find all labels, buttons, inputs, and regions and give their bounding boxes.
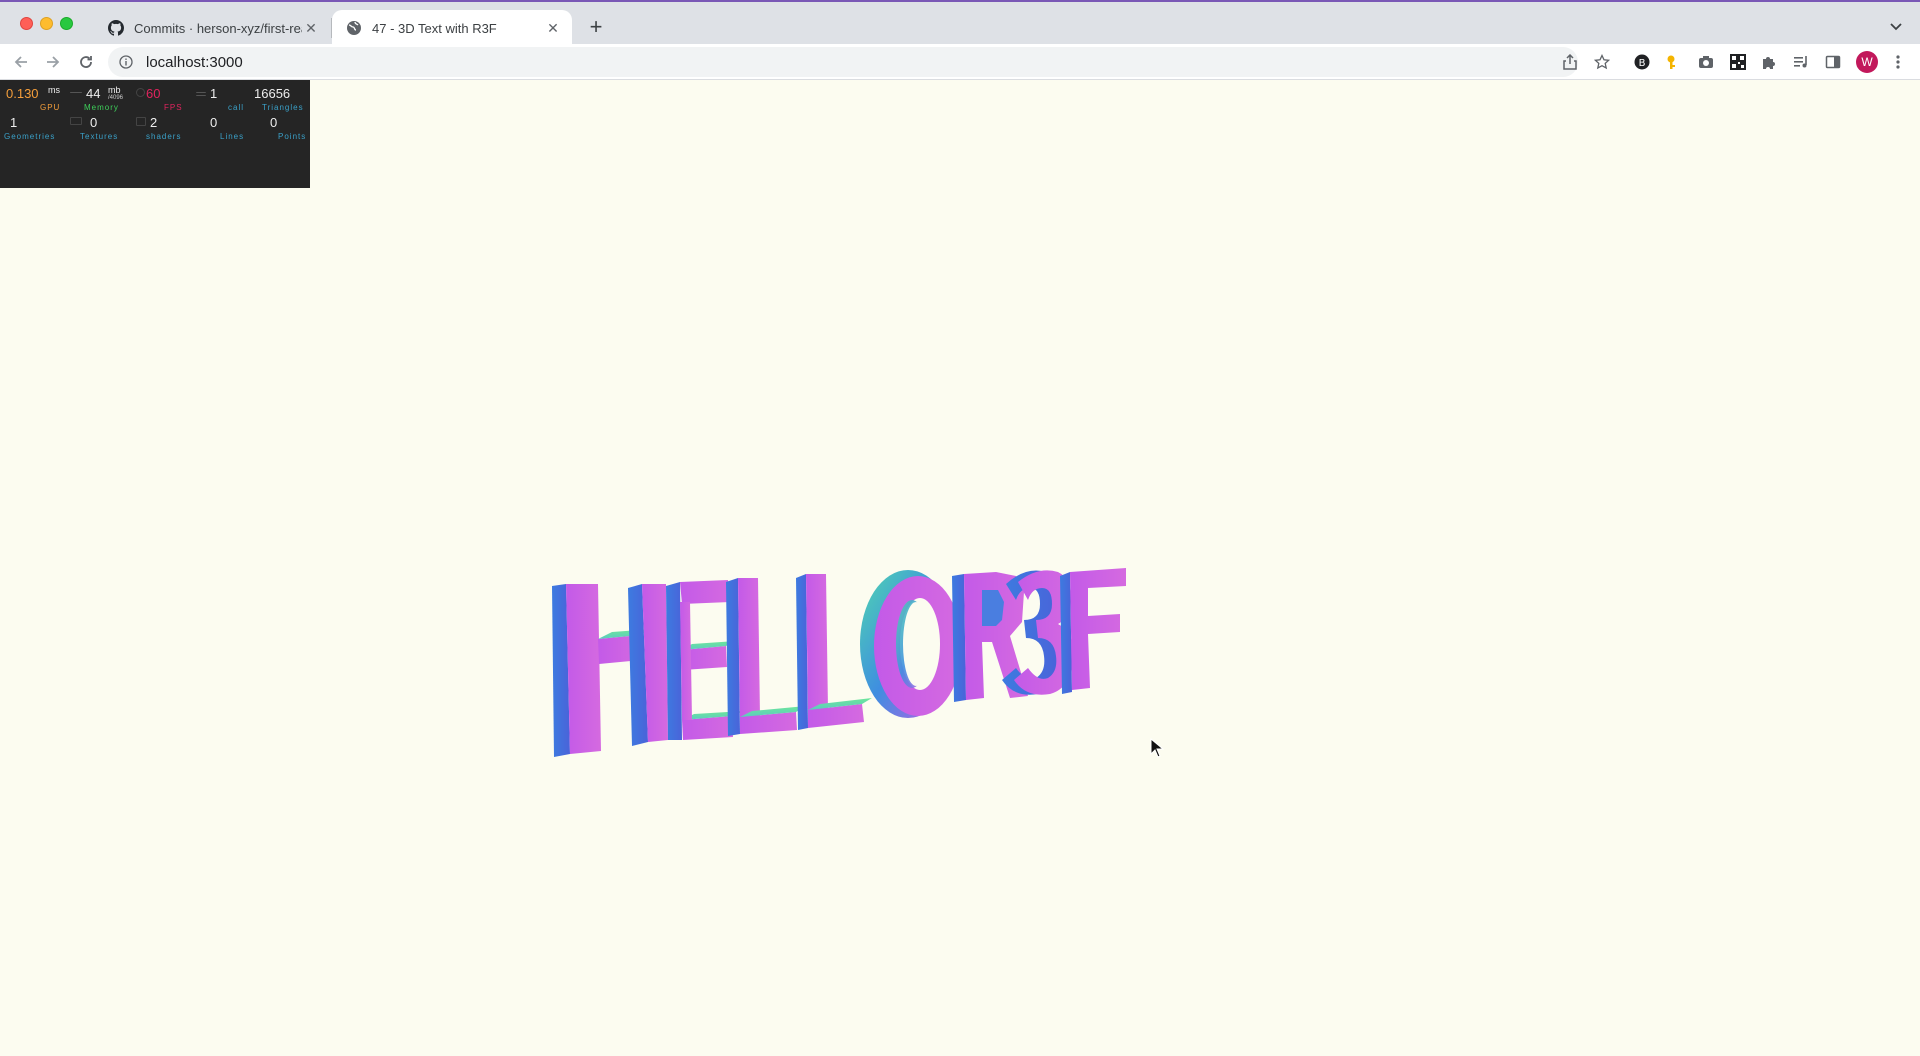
calls-value: 1 xyxy=(210,86,218,101)
svg-text:B: B xyxy=(1639,58,1646,69)
kebab-menu-icon[interactable] xyxy=(1886,50,1910,74)
browser-toolbar: localhost:3000 B W xyxy=(0,44,1920,80)
profile-avatar[interactable]: W xyxy=(1856,51,1878,73)
perf-memory: 44 mb /4096 Memory xyxy=(62,82,132,112)
reload-icon[interactable] xyxy=(74,50,98,74)
browser-tab-bar: Commits · herson-xyz/first-rea ✕ 47 - 3D… xyxy=(0,0,1920,46)
perf-lines: 0 Lines xyxy=(190,111,250,141)
triangles-value: 16656 xyxy=(254,86,291,101)
github-icon xyxy=(108,20,124,36)
back-arrow-icon[interactable] xyxy=(9,50,33,74)
letter-f xyxy=(1060,568,1126,694)
close-window-button[interactable] xyxy=(20,17,33,30)
shaders-icon xyxy=(136,117,146,126)
extension-b-icon[interactable]: B xyxy=(1630,50,1654,74)
tab-title: 47 - 3D Text with R3F xyxy=(372,20,497,36)
perf-triangles: 16656 Triangles xyxy=(250,82,310,112)
url-text: localhost:3000 xyxy=(146,53,243,71)
shaders-value: 2 xyxy=(150,115,158,130)
gpu-unit: ms xyxy=(48,85,60,95)
perf-fps: 60 FPS xyxy=(132,82,190,112)
perf-shaders: 2 shaders xyxy=(132,111,190,141)
forward-arrow-icon[interactable] xyxy=(41,50,65,74)
extension-key-icon[interactable] xyxy=(1661,50,1685,74)
letter-h xyxy=(552,584,668,757)
tab-title: Commits · herson-xyz/first-rea xyxy=(134,20,302,36)
close-tab-icon[interactable]: ✕ xyxy=(544,19,562,37)
memory-icon xyxy=(70,92,82,93)
maximize-window-button[interactable] xyxy=(60,17,73,30)
letter-o xyxy=(860,570,962,718)
perf-points: 0 Points xyxy=(250,111,310,141)
new-tab-button[interactable]: + xyxy=(584,15,608,39)
tab-github-commits[interactable]: Commits · herson-xyz/first-rea ✕ xyxy=(94,10,330,46)
address-bar[interactable]: localhost:3000 xyxy=(108,47,1578,77)
site-info-icon[interactable] xyxy=(118,54,134,70)
bookmark-star-icon[interactable] xyxy=(1591,51,1613,73)
perf-geometries: 1 Geometries xyxy=(0,111,62,141)
lines-label: Lines xyxy=(220,132,245,141)
qr-code-icon[interactable] xyxy=(1726,50,1750,74)
camera-icon[interactable] xyxy=(1694,50,1718,74)
fps-icon xyxy=(136,88,145,97)
side-panel-icon[interactable] xyxy=(1821,50,1845,74)
minimize-window-button[interactable] xyxy=(40,17,53,30)
perf-gpu: 0.130 ms GPU xyxy=(0,82,62,112)
share-icon[interactable] xyxy=(1559,51,1581,73)
letter-l-first xyxy=(726,578,806,736)
puzzle-extensions-icon[interactable] xyxy=(1757,50,1781,74)
perf-calls: 1 call xyxy=(190,82,250,112)
textures-label: Textures xyxy=(80,132,119,141)
mouse-pointer-icon xyxy=(1150,738,1164,758)
tab-search-chevron-icon[interactable] xyxy=(1886,16,1906,36)
fps-value: 60 xyxy=(146,86,161,101)
webgl-canvas[interactable]: 0.130 ms GPU 44 mb /4096 Memory 60 FPS 1… xyxy=(0,80,1920,1056)
lines-value: 0 xyxy=(210,115,218,130)
shaders-label: shaders xyxy=(146,132,182,141)
gpu-value: 0.130 xyxy=(6,86,39,101)
globe-icon xyxy=(346,20,362,36)
close-tab-icon[interactable]: ✕ xyxy=(302,19,320,37)
media-queue-icon[interactable] xyxy=(1789,50,1813,74)
memory-unit: mb xyxy=(108,85,121,95)
textures-icon xyxy=(70,117,82,125)
points-value: 0 xyxy=(270,115,278,130)
memory-value: 44 xyxy=(86,86,101,101)
textures-value: 0 xyxy=(90,115,98,130)
calls-icon xyxy=(196,92,206,96)
perf-textures: 0 Textures xyxy=(62,111,132,141)
memory-total: /4096 xyxy=(108,95,124,101)
geometries-label: Geometries xyxy=(4,132,56,141)
geometries-value: 1 xyxy=(10,115,18,130)
points-label: Points xyxy=(278,132,307,141)
tab-3d-text[interactable]: 47 - 3D Text with R3F ✕ xyxy=(332,10,572,46)
perf-monitor-panel: 0.130 ms GPU 44 mb /4096 Memory 60 FPS 1… xyxy=(0,80,310,188)
